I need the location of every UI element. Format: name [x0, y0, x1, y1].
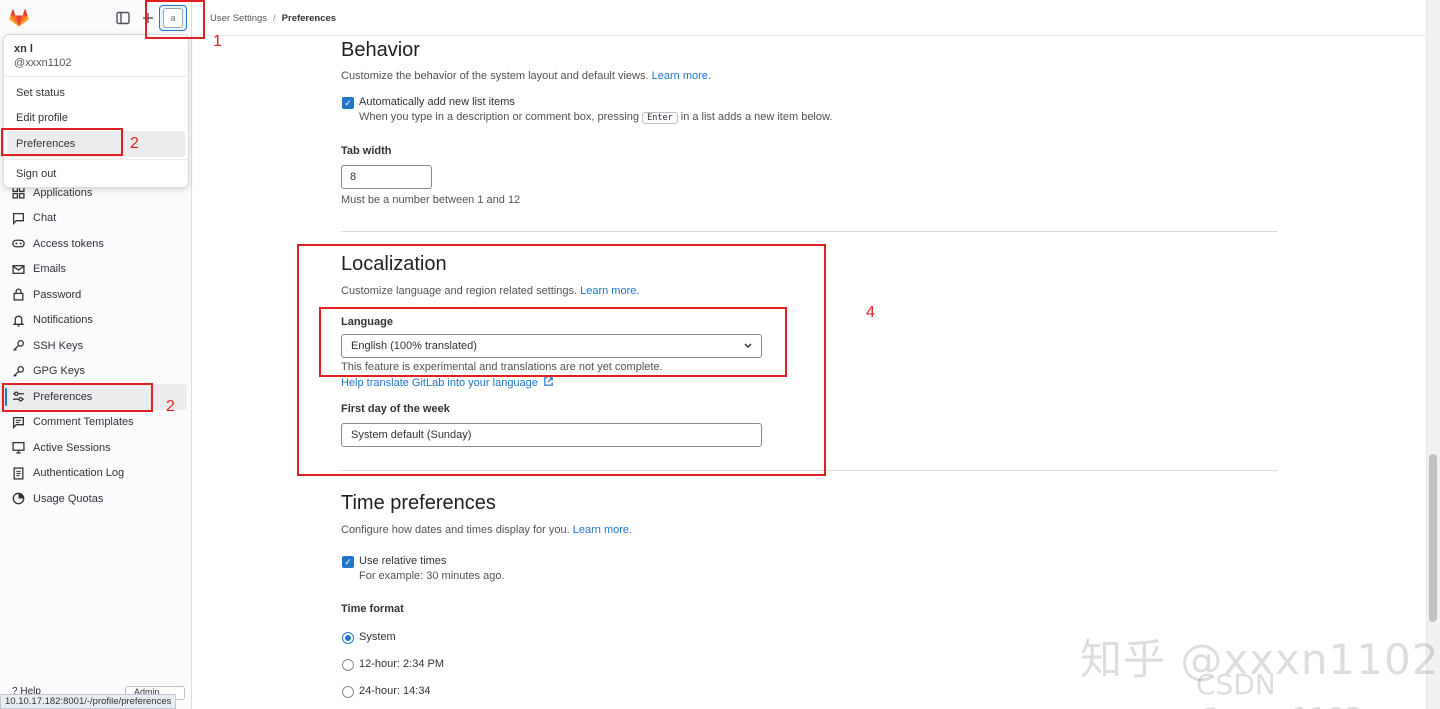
key-icon — [13, 365, 25, 377]
quota-icon — [12, 492, 25, 505]
watermark-csdn: CSDN @xxxn1102 — [1196, 668, 1363, 709]
breadcrumb: User Settings / Preferences — [210, 13, 336, 24]
sidebar-item-label: Chat — [33, 212, 57, 225]
token-icon — [12, 239, 25, 248]
sidebar-item-label: SSH Keys — [33, 339, 84, 352]
monitor-icon — [12, 442, 25, 454]
auto-list-checkbox[interactable]: ✓ — [342, 97, 354, 109]
auto-list-help-post: in a list adds a new item below. — [680, 111, 833, 123]
page-scrollbar[interactable] — [1426, 0, 1440, 709]
auto-list-help: When you type in a description or commen… — [359, 111, 832, 124]
behavior-description: Customize the behavior of the system lay… — [341, 70, 711, 82]
chat-icon — [12, 212, 25, 225]
time-preferences-title: Time preferences — [341, 492, 496, 514]
sidebar-nav: Applications Chat Access tokens Emails P… — [0, 180, 191, 512]
scrollbar-thumb[interactable] — [1429, 454, 1437, 622]
time-description-text: Configure how dates and times display fo… — [341, 524, 570, 536]
sidebar-item-active-sessions[interactable]: Active Sessions — [0, 435, 191, 461]
user-menu-header[interactable]: xn l @xxxn1102 — [4, 35, 188, 77]
breadcrumb-separator: / — [273, 13, 276, 24]
sidebar-item-notifications[interactable]: Notifications — [0, 308, 191, 334]
sidebar-item-access-tokens[interactable]: Access tokens — [0, 231, 191, 257]
behavior-title: Behavior — [341, 39, 420, 61]
auto-list-label: Automatically add new list items — [359, 96, 515, 108]
sidebar-item-authentication-log[interactable]: Authentication Log — [0, 461, 191, 487]
sidebar-item-label: Password — [33, 288, 82, 301]
relative-times-label: Use relative times — [359, 555, 447, 567]
sidebar-item-label: Access tokens — [33, 237, 104, 250]
time-description: Configure how dates and times display fo… — [341, 524, 632, 536]
radio-12-hour[interactable] — [342, 659, 354, 671]
sidebar-item-comment-templates[interactable]: Comment Templates — [0, 410, 191, 436]
annotation-box-2-sidebar — [2, 383, 153, 412]
menu-item-set-status[interactable]: Set status — [7, 80, 185, 106]
tab-width-help: Must be a number between 1 and 12 — [341, 194, 521, 206]
tab-width-label: Tab width — [341, 145, 392, 157]
radio-12-hour-label: 12-hour: 2:34 PM — [359, 658, 444, 670]
sidebar-item-emails[interactable]: Emails — [0, 257, 191, 283]
sidebar-item-label: Authentication Log — [33, 467, 125, 480]
lock-icon — [13, 288, 24, 301]
auto-list-help-pre: When you type in a description or commen… — [359, 111, 640, 123]
radio-24-hour-label: 24-hour: 14:34 — [359, 685, 431, 697]
annotation-number-4: 4 — [866, 304, 875, 321]
sidebar-item-label: Active Sessions — [33, 441, 111, 454]
breadcrumb-current[interactable]: Preferences — [282, 13, 336, 24]
tab-width-input[interactable]: 8 — [341, 165, 432, 189]
sidebar-item-label: Applications — [33, 186, 93, 199]
user-name: xn l — [14, 43, 33, 55]
sidebar-item-chat[interactable]: Chat — [0, 206, 191, 232]
bell-icon — [12, 315, 25, 327]
menu-divider — [4, 158, 188, 160]
user-handle: @xxxn1102 — [14, 57, 72, 69]
annotation-number-2-menu: 2 — [130, 135, 139, 152]
radio-system[interactable] — [342, 632, 354, 644]
annotation-number-2-sidebar: 2 — [166, 398, 175, 415]
sidebar-item-label: Comment Templates — [33, 416, 134, 429]
time-format-label: Time format — [341, 603, 404, 615]
radio-24-hour[interactable] — [342, 686, 354, 698]
log-icon — [13, 467, 24, 480]
behavior-description-text: Customize the behavior of the system lay… — [341, 70, 649, 82]
header-divider — [192, 35, 1426, 36]
enter-key: Enter — [642, 112, 678, 124]
gitlab-logo-icon[interactable] — [9, 9, 29, 27]
annotation-box-2-menu — [1, 128, 123, 156]
relative-times-help: For example: 30 minutes ago. — [359, 570, 505, 582]
section-divider — [341, 231, 1278, 232]
browser-status-url: 10.10.17.182:8001/-/profile/preferences — [0, 694, 177, 709]
annotation-box-language — [319, 307, 787, 377]
sidebar-item-ssh-keys[interactable]: SSH Keys — [0, 333, 191, 359]
time-learn-more-link[interactable]: Learn more. — [573, 524, 632, 536]
key-icon — [13, 340, 25, 352]
sidebar-item-label: Emails — [33, 263, 67, 276]
sidebar-item-label: Notifications — [33, 314, 93, 327]
relative-times-checkbox[interactable]: ✓ — [342, 556, 354, 568]
comment-icon — [12, 416, 25, 429]
sidebar-item-label: GPG Keys — [33, 365, 85, 378]
mail-icon — [12, 264, 25, 274]
user-menu-dropdown: xn l @xxxn1102 Set status Edit profile P… — [3, 34, 189, 188]
sidebar-item-password[interactable]: Password — [0, 282, 191, 308]
toggle-sidebar-icon[interactable] — [115, 10, 131, 26]
breadcrumb-user-settings[interactable]: User Settings — [210, 13, 267, 24]
sidebar-item-gpg-keys[interactable]: GPG Keys — [0, 359, 191, 385]
annotation-number-1: 1 — [213, 33, 222, 50]
applications-icon — [12, 186, 25, 199]
behavior-learn-more-link[interactable]: Learn more. — [652, 70, 711, 82]
annotation-box-1 — [145, 0, 205, 39]
radio-system-label: System — [359, 631, 396, 643]
sidebar-item-label: Usage Quotas — [33, 492, 104, 505]
sidebar-item-usage-quotas[interactable]: Usage Quotas — [0, 486, 191, 512]
menu-item-sign-out[interactable]: Sign out — [7, 162, 185, 188]
